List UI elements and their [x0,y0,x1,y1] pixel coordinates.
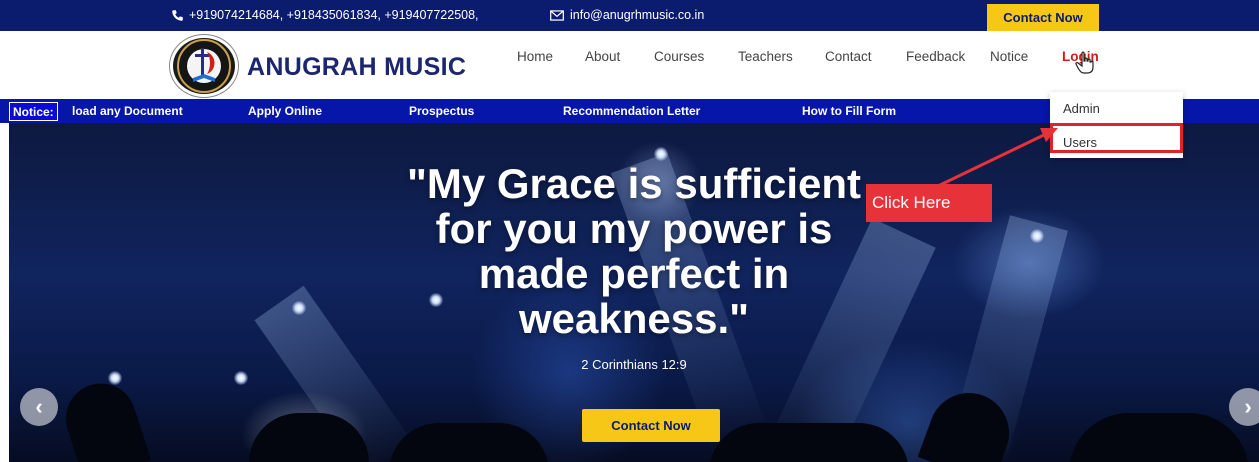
dropdown-item-admin[interactable]: Admin [1063,101,1100,116]
brand-name[interactable]: ANUGRAH MUSIC [247,53,466,82]
hero-quote: "My Grace is sufficient for you my power… [9,161,1259,341]
notice-item-apply-online[interactable]: Apply Online [248,104,322,118]
slider-next-button[interactable]: › [1229,388,1259,426]
nav-notice[interactable]: Notice [990,49,1028,64]
logo-emblem-icon [177,39,231,93]
hero-quote-line: weakness." [518,295,750,342]
nav-courses[interactable]: Courses [654,49,704,64]
notice-item-recommendation-letter[interactable]: Recommendation Letter [563,104,700,118]
email-text: info@anugrhmusic.co.in [570,8,705,22]
chevron-right-icon: › [1244,394,1252,419]
notice-item-prospectus[interactable]: Prospectus [409,104,474,118]
slider-prev-button[interactable]: ‹ [20,388,58,426]
crowd-silhouette [1069,413,1249,462]
mail-icon [550,9,564,21]
site-logo[interactable] [170,35,238,97]
login-dropdown: Admin Users [1050,92,1183,158]
crowd-silhouette [56,374,152,462]
crowd-silhouette [389,423,549,462]
phone-numbers-text: +919074214684, +918435061834, +919407722… [189,8,479,22]
phone-numbers: +919074214684, +918435061834, +919407722… [171,8,479,22]
notice-item-download[interactable]: load any Document [72,104,183,118]
hero-quote-line: for you my power is [435,205,833,252]
notice-badge: Notice: [9,102,58,121]
hero-quote-reference: 2 Corinthians 12:9 [581,357,687,372]
users-highlight-box [1050,123,1183,153]
email-link[interactable]: info@anugrhmusic.co.in [550,8,704,22]
nav-teachers[interactable]: Teachers [738,49,793,64]
hero-quote-line: made perfect in [478,250,790,297]
phone-icon [172,9,183,21]
hand-cursor-icon [1075,51,1094,74]
nav-feedback[interactable]: Feedback [906,49,965,64]
hero-slider: "My Grace is sufficient for you my power… [9,123,1259,462]
nav-home[interactable]: Home [517,49,553,64]
stage-light [234,371,248,385]
nav-contact[interactable]: Contact [825,49,872,64]
stage-light [108,371,122,385]
site-header: ANUGRAH MUSIC Home About Courses Teacher… [0,31,1259,99]
contact-now-top-button[interactable]: Contact Now [987,4,1099,31]
crowd-silhouette [709,423,909,462]
chevron-left-icon: ‹ [35,394,43,419]
notice-item-how-to-fill-form[interactable]: How to Fill Form [802,104,896,118]
hero-quote-line: "My Grace is sufficient [406,160,862,207]
click-here-callout: Click Here [866,184,992,222]
top-contact-bar: +919074214684, +918435061834, +919407722… [0,0,1259,31]
stage-light [654,147,668,161]
nav-about[interactable]: About [585,49,620,64]
contact-now-hero-button[interactable]: Contact Now [582,409,720,442]
